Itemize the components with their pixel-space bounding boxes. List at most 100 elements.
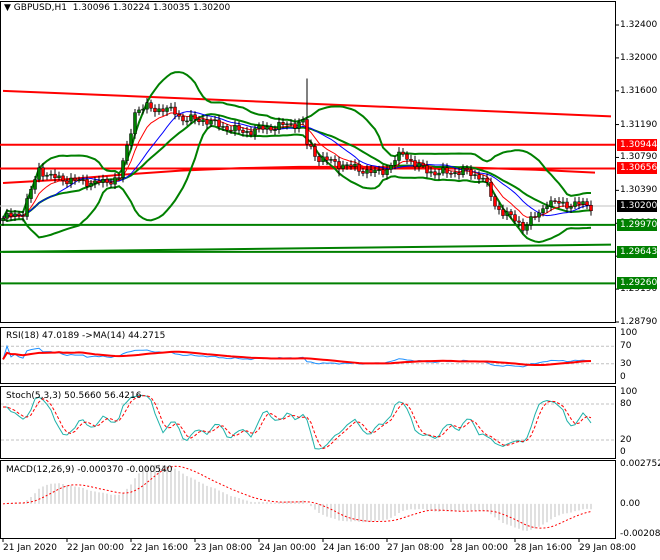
time-axis-label: 21 Jan 2020 — [3, 543, 57, 553]
stoch-tick-label: 0 — [620, 447, 626, 457]
candle-body — [253, 128, 257, 136]
candle-body — [269, 126, 273, 131]
candle-body — [325, 156, 329, 161]
support-price-label: 1.29970 — [617, 218, 657, 231]
time-axis-label: 24 Jan 16:00 — [323, 543, 380, 553]
open-value: 1.30096 — [72, 3, 110, 13]
candle-body — [229, 129, 233, 132]
candle-body — [33, 179, 37, 190]
candle-body — [357, 163, 361, 172]
time-axis-label: 29 Jan 08:00 — [579, 543, 636, 553]
candle-body — [473, 174, 477, 176]
candle-body — [453, 172, 457, 174]
time-axis-label: 28 Jan 00:00 — [451, 543, 508, 553]
stoch-tick-label: 80 — [620, 399, 632, 409]
candle-body — [257, 125, 261, 129]
candle-body — [273, 129, 277, 131]
price-tick-label: 1.32400 — [620, 20, 658, 30]
candle-body — [429, 171, 433, 174]
candle-body — [201, 119, 205, 122]
candle-body — [117, 177, 121, 179]
candle-body — [133, 112, 137, 135]
price-tick-label: 1.31600 — [620, 85, 658, 96]
candle-body — [561, 201, 565, 204]
candle-body — [29, 189, 33, 199]
candle-body — [509, 211, 513, 215]
candle-body — [21, 215, 25, 217]
candle-body — [397, 151, 401, 161]
stoch-tick-label: 100 — [620, 387, 638, 397]
candle-body — [369, 169, 373, 173]
candle-body — [205, 119, 209, 125]
candle-body — [525, 224, 529, 231]
candle-body — [137, 109, 141, 113]
high-value: 1.30224 — [112, 3, 151, 13]
candle-body — [165, 107, 169, 112]
candle-body — [109, 182, 113, 185]
candle-body — [57, 175, 61, 179]
candle-body — [121, 160, 125, 178]
candle-body — [517, 220, 521, 223]
price-tick-label: 1.32000 — [620, 52, 658, 63]
candle-body — [385, 169, 389, 175]
candle-body — [241, 129, 245, 133]
candle-body — [173, 106, 177, 115]
candle-body — [393, 160, 397, 166]
candle-body — [265, 126, 269, 130]
candle-body — [485, 177, 489, 183]
candle-body — [365, 169, 369, 174]
candle-body — [373, 169, 377, 173]
candle-body — [281, 122, 285, 125]
candle-body — [545, 206, 549, 209]
candle-body — [49, 173, 53, 176]
candle-body — [25, 198, 29, 217]
dropdown-triangle-icon[interactable]: ▼ — [4, 3, 11, 13]
candle-body — [541, 208, 545, 214]
candle-body — [93, 180, 97, 184]
candle-body — [505, 211, 509, 216]
candle-body — [289, 123, 293, 125]
candle-body — [17, 213, 21, 216]
candle-body — [565, 201, 569, 209]
candle-body — [333, 159, 337, 162]
candle-body — [153, 107, 157, 113]
price-chart[interactable] — [0, 0, 660, 560]
macd-tick-label: 0.002752 — [620, 459, 660, 469]
rsi-tick-label: 100 — [620, 328, 638, 338]
price-tick-label: 1.30790 — [620, 152, 658, 163]
candle-body — [521, 222, 525, 231]
candle-body — [409, 159, 413, 161]
candle-body — [321, 156, 325, 162]
candle-body — [185, 120, 189, 123]
support-price-label: 1.29643 — [617, 245, 657, 258]
candle-body — [445, 167, 449, 174]
candle-body — [353, 163, 357, 167]
candle-body — [481, 177, 485, 180]
candle-body — [425, 165, 429, 174]
candle-body — [549, 200, 553, 207]
price-tick-label: 1.31190 — [620, 119, 658, 130]
candle-body — [5, 212, 9, 219]
candle-body — [345, 164, 349, 166]
candle-body — [317, 156, 321, 162]
candle-body — [361, 171, 365, 174]
candle-body — [469, 169, 473, 176]
candle-body — [77, 179, 81, 182]
candle-body — [65, 180, 69, 185]
candle-body — [37, 167, 41, 180]
candle-body — [533, 216, 537, 218]
candle-body — [489, 181, 493, 197]
candle-body — [69, 177, 73, 185]
candle-body — [585, 201, 589, 206]
candle-body — [421, 162, 425, 166]
candle-body — [513, 214, 517, 222]
candle-body — [413, 160, 417, 167]
rsi-tick-label: 0 — [620, 372, 626, 382]
candle-body — [341, 164, 345, 169]
candle-body — [189, 114, 193, 122]
candle-body — [389, 165, 393, 170]
stoch-tick-label: 20 — [620, 435, 632, 445]
candle-body — [125, 145, 129, 161]
candle-body — [293, 123, 297, 129]
candle-body — [449, 172, 453, 175]
